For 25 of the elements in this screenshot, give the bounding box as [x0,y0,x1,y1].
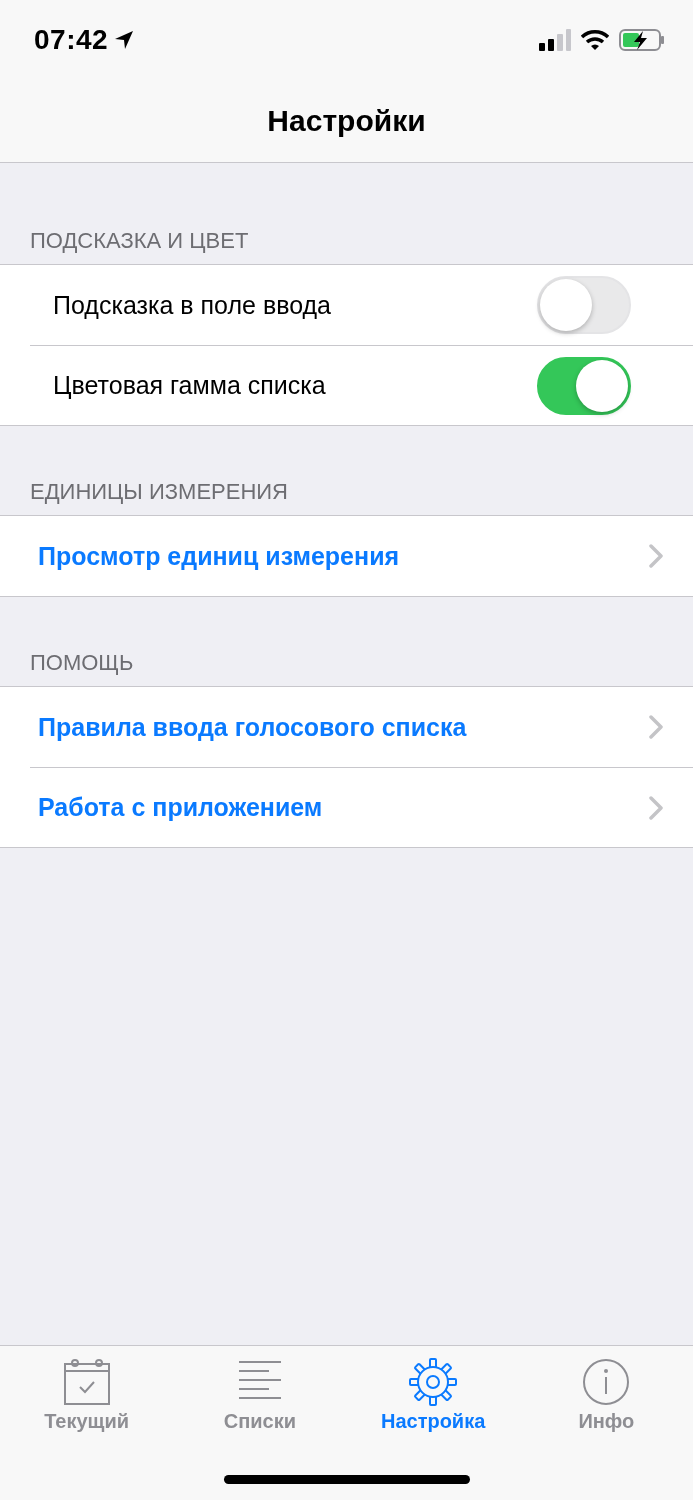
chevron-icon [649,544,663,568]
chevron-icon [649,715,663,739]
battery-icon [619,29,665,51]
signal-icon [539,29,571,51]
section-header: ПОДСКАЗКА И ЦВЕТ [30,228,249,254]
toggle-switch[interactable] [537,356,631,415]
setting-label: Цветовая гамма списка [52,371,326,400]
screen-title: Настройки [267,104,426,138]
tab-button[interactable]: Инфо [519,1358,693,1433]
section-header: ПОМОЩЬ [30,650,134,676]
tab-button[interactable]: Настройка [346,1358,520,1433]
settings-link[interactable]: Правила ввода голосового списка [30,712,467,742]
section-header: ЕДИНИЦЫ ИЗМЕРЕНИЯ [30,479,288,505]
gear-icon [409,1358,458,1406]
tab-button[interactable]: Списки [173,1358,347,1433]
status-time: 07:42 [34,24,109,56]
setting-label: Подсказка в поле ввода [52,290,331,320]
settings-link[interactable]: Работа с приложением [30,793,323,822]
location-arrow-icon [114,30,135,50]
wifi-icon [581,29,609,51]
chevron-icon [649,795,663,820]
calendar-icon [62,1358,111,1406]
tab-button[interactable]: Текущий [0,1358,174,1433]
settings-link[interactable]: Просмотр единиц измерения [30,541,400,571]
info-icon [582,1358,631,1406]
